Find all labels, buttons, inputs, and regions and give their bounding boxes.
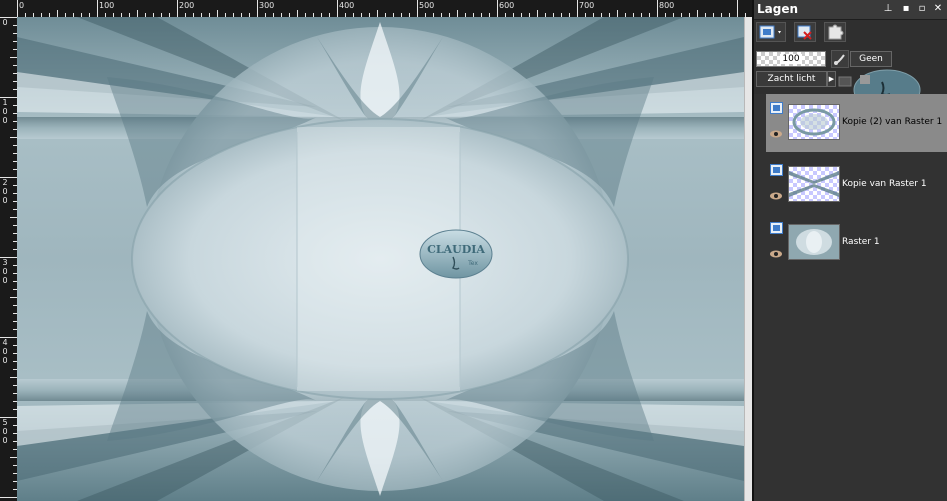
palette-title: Lagen: [757, 2, 799, 16]
ruler-tick: [217, 10, 218, 17]
ruler-label: 200: [179, 1, 195, 10]
layer-thumbnail: [788, 166, 840, 202]
watermark-logo: CLAUDIA Tex: [419, 229, 493, 279]
ruler-tick: [297, 10, 298, 17]
watermark-text: CLAUDIA: [427, 243, 485, 256]
raster-layer-icon: [770, 164, 783, 176]
ruler-tick: [537, 10, 538, 17]
layers-toolbar: [754, 20, 947, 44]
ruler-tick: [457, 10, 458, 17]
ruler-label: 5: [2, 418, 8, 427]
ruler-tick: [377, 10, 378, 17]
ruler-tick: [257, 0, 258, 17]
ruler-label: 300: [259, 1, 275, 10]
ruler-tick: [497, 0, 498, 17]
ruler-label: 0: [2, 356, 8, 365]
blend-dropdown-icon[interactable]: ▶: [827, 71, 836, 87]
ruler-label: 800: [659, 1, 675, 10]
ruler-tick: [0, 497, 17, 498]
restore-icon[interactable]: ▫: [916, 3, 928, 15]
ruler-label: 3: [2, 258, 8, 267]
ruler-tick: [617, 10, 618, 17]
ruler-vertical: 0100200300400500: [0, 17, 17, 501]
layer-name: Kopie (2) van Raster 1: [842, 117, 943, 127]
palette-header: Lagen ⊥ ▪ ▫ ✕: [754, 0, 947, 20]
ruler-label: 0: [2, 196, 8, 205]
layers-list: Kopie (2) van Raster 1 Kopie van Raster …: [754, 94, 947, 501]
ruler-tick: [10, 457, 17, 458]
ruler-horizontal: 0 100 200 300 400 500 600 700 800: [0, 0, 752, 17]
layer-row[interactable]: Kopie (2) van Raster 1: [766, 94, 947, 152]
image-canvas[interactable]: CLAUDIA Tex: [17, 17, 744, 501]
ruler-label: 4: [2, 338, 8, 347]
ruler-tick: [697, 10, 698, 17]
ruler-tick: [417, 0, 418, 17]
ruler-tick: [10, 57, 17, 58]
ruler-tick: [577, 0, 578, 17]
pin-icon[interactable]: ⊥: [882, 3, 894, 15]
blend-mode-select[interactable]: Zacht licht: [756, 71, 827, 87]
ruler-tick: [10, 217, 17, 218]
ruler-tick: [57, 10, 58, 17]
ruler-label: 0: [2, 276, 8, 285]
ruler-label: 1: [2, 98, 8, 107]
ruler-label: 400: [339, 1, 355, 10]
ruler-tick: [10, 137, 17, 138]
ruler-tick: [737, 0, 738, 17]
ruler-label: 0: [2, 107, 8, 116]
ruler-tick: [10, 377, 17, 378]
brush-icon: [834, 54, 845, 65]
ruler-label: 0: [19, 1, 25, 10]
opacity-input[interactable]: 100: [756, 51, 826, 67]
layer-thumbnail: [788, 224, 840, 260]
ruler-tick: [137, 10, 138, 17]
ruler-tick: [97, 0, 98, 17]
ruler-tick: [337, 0, 338, 17]
layer-properties-button[interactable]: [824, 22, 846, 42]
ruler-label: 0: [2, 267, 8, 276]
raster-layer-icon: [770, 222, 783, 234]
ruler-tick: [657, 0, 658, 17]
ruler-tick: [177, 0, 178, 17]
delete-layer-button[interactable]: [794, 22, 816, 42]
layer-name: Kopie van Raster 1: [842, 179, 927, 189]
ruler-label: 0: [2, 347, 8, 356]
raster-layer-icon: [770, 102, 783, 114]
vertical-scrollbar[interactable]: [744, 17, 752, 501]
ruler-label: 0: [2, 436, 8, 445]
mask-selector[interactable]: Geen: [850, 51, 892, 67]
canvas-artwork: CLAUDIA Tex: [17, 17, 744, 501]
ruler-label: 0: [2, 187, 8, 196]
ruler-label: 100: [99, 1, 115, 10]
ruler-label: 0: [2, 116, 8, 125]
visibility-eye-icon[interactable]: [769, 130, 783, 138]
ruler-label: 0: [2, 427, 8, 436]
ruler-tick: [17, 0, 18, 17]
watermark-subtext: Tex: [467, 260, 478, 267]
layer-name: Raster 1: [842, 237, 880, 247]
layers-palette: Lagen ⊥ ▪ ▫ ✕ 100 Geen Zacht licht ▶ Kop…: [754, 0, 947, 501]
ruler-label: 2: [2, 178, 8, 187]
mask-brush-button[interactable]: [831, 50, 849, 68]
ruler-label: 700: [579, 1, 595, 10]
image-workspace[interactable]: 0 100 200 300 400 500 600 700 800 01002003004005…: [0, 0, 752, 501]
puzzle-icon: [828, 24, 844, 40]
layer-row[interactable]: Raster 1: [766, 214, 947, 272]
minimize-icon[interactable]: ▪: [900, 3, 912, 15]
close-icon[interactable]: ✕: [932, 3, 944, 15]
opacity-value: 100: [780, 54, 802, 64]
ruler-label: 0: [2, 18, 8, 27]
new-layer-icon: [759, 25, 781, 39]
new-layer-button[interactable]: [756, 22, 786, 42]
layer-thumbnail: [788, 104, 840, 140]
layer-row[interactable]: Kopie van Raster 1: [766, 156, 947, 214]
delete-layer-icon: [797, 25, 812, 40]
ruler-label: 500: [419, 1, 435, 10]
visibility-eye-icon[interactable]: [769, 192, 783, 200]
ruler-tick: [10, 297, 17, 298]
visibility-eye-icon[interactable]: [769, 250, 783, 258]
ruler-label: 600: [499, 1, 515, 10]
